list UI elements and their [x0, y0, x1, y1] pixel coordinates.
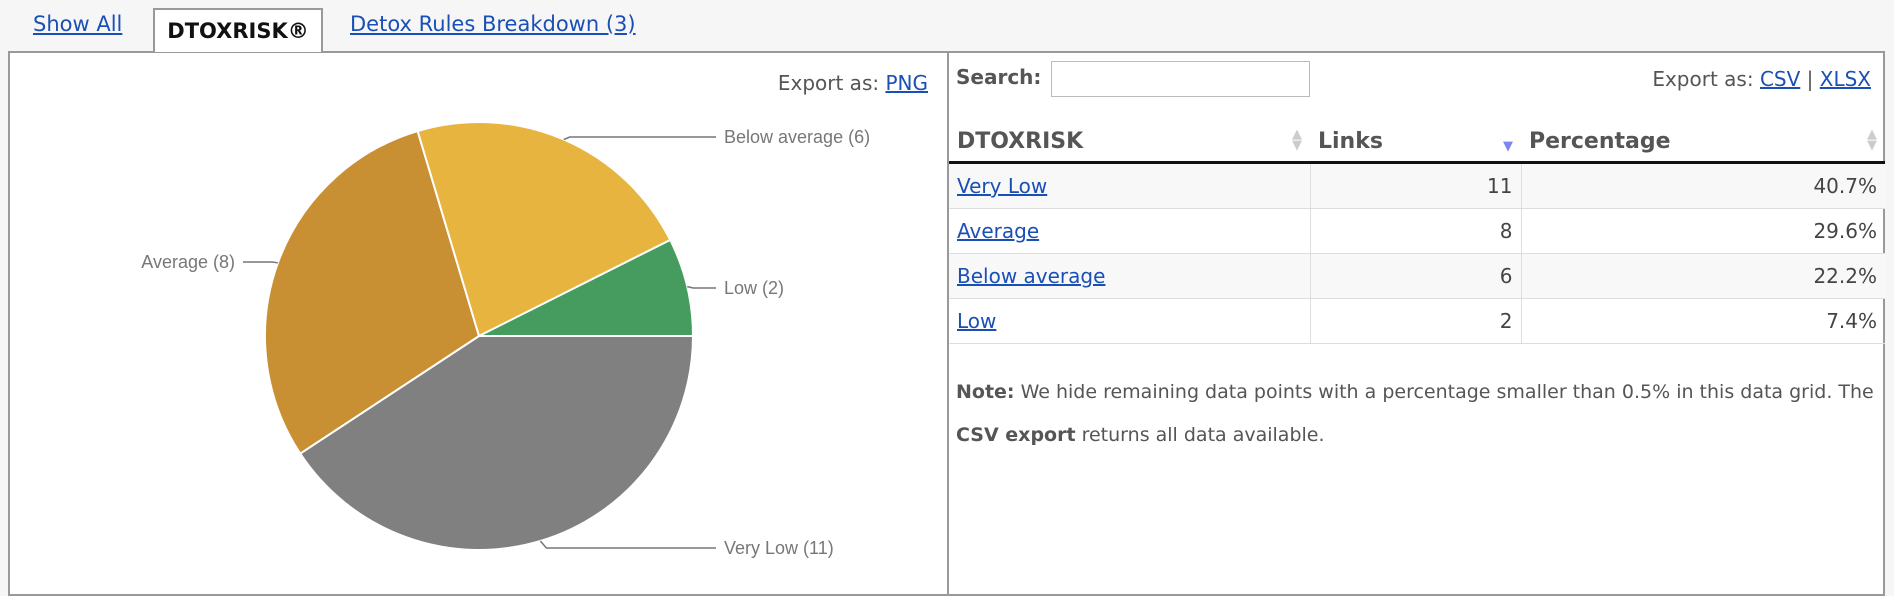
- column-header-dtoxrisk[interactable]: DTOXRISK ▲ ▼: [949, 121, 1310, 164]
- tab-show-all[interactable]: Show All: [33, 12, 122, 36]
- row-link[interactable]: Below average: [957, 264, 1105, 288]
- percentage-cell: 40.7%: [1520, 162, 1885, 209]
- percentage-cell: 22.2%: [1520, 253, 1885, 299]
- sort-icon[interactable]: ▲ ▼: [1292, 128, 1302, 152]
- content-panel: Export as: PNG Very Low (11) Average (8) B…: [8, 51, 1885, 596]
- percentage-cell: 29.6%: [1520, 208, 1885, 254]
- row-link[interactable]: Very Low: [957, 174, 1047, 198]
- column-header-percentage[interactable]: Percentage ▲ ▼: [1521, 121, 1885, 164]
- links-cell: 8: [1309, 208, 1521, 254]
- leader-line: [563, 136, 716, 141]
- column-header-links[interactable]: Links ▼: [1310, 121, 1521, 164]
- leader-line: [243, 261, 279, 264]
- slice-label: Very Low (11): [724, 538, 834, 558]
- leader-line: [539, 540, 716, 549]
- search-input[interactable]: [1051, 61, 1310, 97]
- table-row: Below average 6 22.2%: [949, 253, 1885, 299]
- links-cell: 11: [1309, 162, 1521, 209]
- pie-chart: Very Low (11) Average (8) Below average (6…: [141, 121, 870, 558]
- table-row: Low 2 7.4%: [949, 298, 1885, 344]
- links-cell: 6: [1309, 253, 1521, 299]
- export-label: Export as:: [1652, 67, 1754, 91]
- grid-export: Export as: CSV | XLSX: [1652, 67, 1871, 91]
- leader-line: [687, 285, 716, 289]
- sort-icon[interactable]: ▲ ▼: [1867, 128, 1877, 152]
- percentage-cell: 7.4%: [1520, 298, 1885, 344]
- search-label: Search:: [956, 65, 1042, 89]
- links-cell: 2: [1309, 298, 1521, 344]
- data-grid: DTOXRISK ▲ ▼ Links ▼ Percentage ▲ ▼ Very Low 1…: [949, 121, 1885, 344]
- tab-detox-rules-breakdown[interactable]: Detox Rules Breakdown (3): [350, 12, 636, 36]
- row-link[interactable]: Low: [957, 309, 996, 333]
- slice-label: Low (2): [724, 278, 784, 298]
- table-row: Average 8 29.6%: [949, 208, 1885, 254]
- slice-label: Average (8): [141, 252, 235, 272]
- export-xlsx-link[interactable]: XLSX: [1820, 67, 1871, 91]
- slice-label: Below average (6): [724, 127, 870, 147]
- export-csv-link[interactable]: CSV: [1760, 67, 1800, 91]
- table-row: Very Low 11 40.7%: [949, 162, 1885, 209]
- export-separator: |: [1806, 67, 1814, 91]
- grid-note: Note: We hide remaining data points with…: [956, 381, 1874, 446]
- tab-dtoxrisk[interactable]: DTOXRISK®: [153, 8, 323, 52]
- sort-desc-icon[interactable]: ▼: [1503, 140, 1513, 153]
- row-link[interactable]: Average: [957, 219, 1039, 243]
